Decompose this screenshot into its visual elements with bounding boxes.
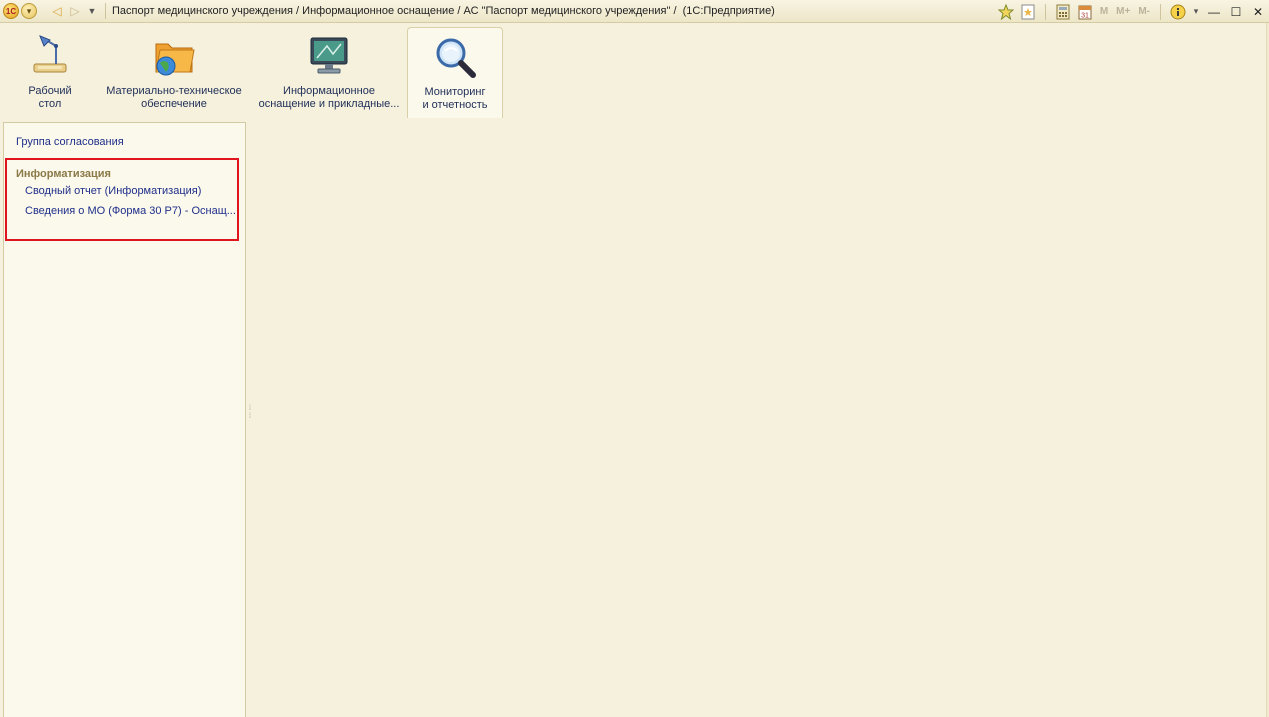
highlight-box (5, 158, 239, 241)
monitor-icon (310, 37, 348, 74)
title-bar: 1С ▾ ◁ ▷ ▼ Паспорт медицинского учрежден… (0, 0, 1269, 23)
workspace-area (247, 122, 1266, 717)
close-icon[interactable]: ✕ (1247, 5, 1269, 19)
nav-item-approval-group[interactable]: Группа согласования (16, 136, 124, 148)
info-icon[interactable] (1169, 3, 1187, 21)
window-title: Паспорт медицинского учреждения / Информ… (112, 5, 775, 17)
app-logo-icon[interactable]: 1С (3, 3, 19, 19)
minimize-icon[interactable]: — (1203, 5, 1225, 19)
magnifier-icon (436, 38, 476, 78)
memory-button[interactable]: M (1100, 6, 1108, 17)
memory-minus-button[interactable]: M- (1138, 6, 1150, 17)
main-menu-icon[interactable]: ▾ (21, 3, 37, 19)
favorites-star-icon[interactable] (997, 3, 1015, 21)
add-favorite-icon[interactable] (1019, 3, 1037, 21)
section-material-supply[interactable]: Материально-техническое обеспечение (104, 27, 244, 118)
section-label-line2: и отчетность (422, 99, 488, 111)
svg-text:31: 31 (1081, 12, 1089, 19)
section-label-line1: Мониторинг (424, 86, 486, 98)
sections-panel: Рабочий стол Материально-техническое обе… (0, 23, 1269, 123)
section-label-line1: Информационное (283, 85, 375, 97)
info-dropdown-icon[interactable]: ▾ (1189, 6, 1203, 17)
title-separator (105, 3, 106, 19)
toolbar-separator-1 (1044, 3, 1046, 20)
toolbar-separator-2 (1160, 3, 1161, 20)
section-label-line2: оснащение и прикладные... (258, 98, 400, 110)
section-monitoring[interactable]: Мониторинг и отчетность (407, 27, 503, 118)
memory-plus-button[interactable]: M+ (1116, 6, 1130, 17)
forward-arrow-icon[interactable]: ▷ (67, 4, 83, 18)
section-label-line1: Материально-техническое (106, 85, 242, 97)
title-bar-right: 31 M M+ M- ▾ — ☐ ✕ (995, 0, 1269, 23)
section-label-line2: обеспечение (141, 98, 207, 110)
section-label-line2: стол (38, 98, 62, 110)
history-dropdown-icon[interactable]: ▼ (85, 6, 99, 16)
calculator-icon[interactable] (1054, 3, 1072, 21)
title-bar-left: 1С ▾ ◁ ▷ ▼ (0, 3, 99, 19)
section-desktop[interactable]: Рабочий стол (12, 27, 88, 118)
splitter-grip-icon[interactable]: ⁞ ⁞ (249, 405, 253, 431)
calendar-icon[interactable]: 31 (1076, 3, 1094, 21)
maximize-icon[interactable]: ☐ (1225, 5, 1247, 19)
desk-lamp-icon (33, 35, 67, 73)
back-arrow-icon[interactable]: ◁ (49, 4, 65, 18)
section-information-equipment[interactable]: Информационное оснащение и прикладные... (256, 27, 402, 118)
folder-globe-icon (155, 43, 195, 76)
section-label-line1: Рабочий (28, 85, 72, 97)
